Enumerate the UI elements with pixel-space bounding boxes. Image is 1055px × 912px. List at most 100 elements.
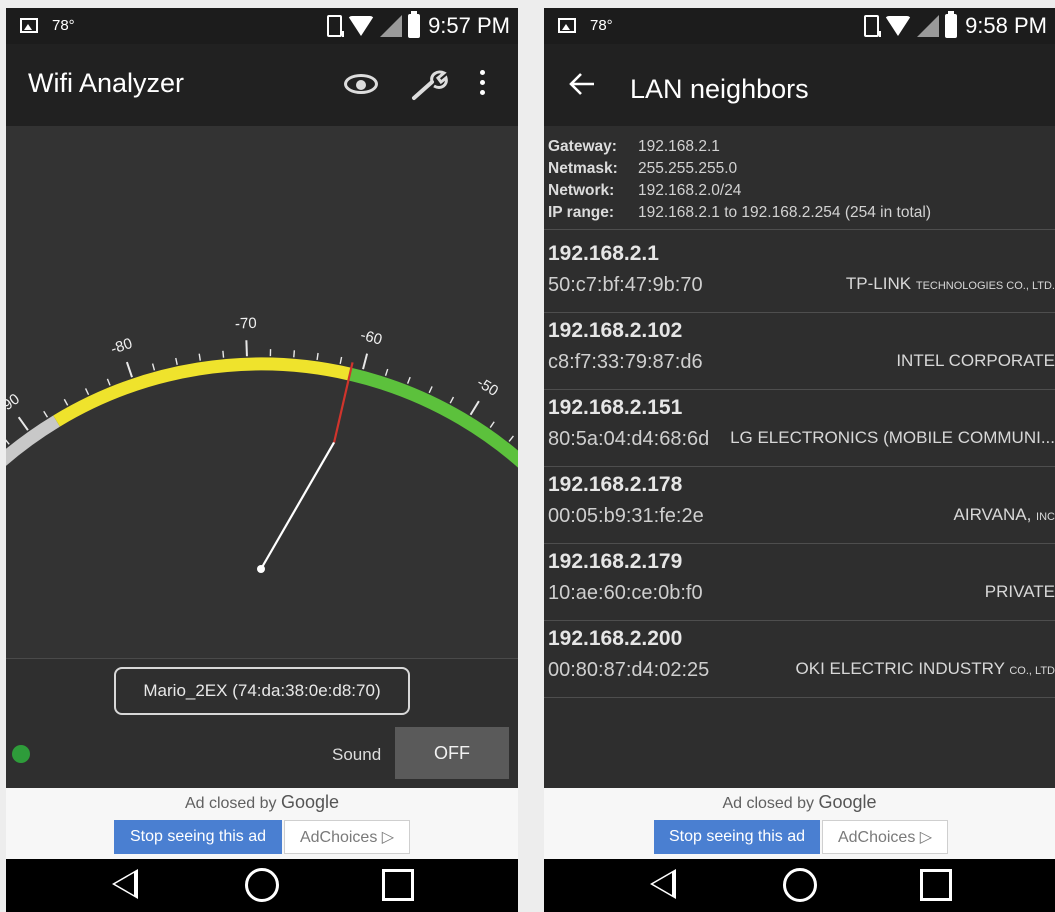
meter-controls: Mario_2EX (74:da:38:0e:d8:70) Sound OFF — [6, 658, 518, 788]
tick-label: -80 — [109, 335, 135, 358]
major-tick — [469, 400, 480, 416]
back-nav-icon[interactable] — [650, 869, 676, 899]
navigation-bar — [6, 859, 518, 912]
vibrate-icon — [864, 15, 882, 37]
minor-tick — [175, 357, 178, 365]
minor-tick — [43, 410, 49, 418]
minor-tick — [198, 353, 201, 361]
minor-tick — [84, 388, 90, 396]
eye-icon[interactable] — [344, 74, 378, 94]
temperature: 78° — [590, 17, 613, 34]
page-title: Wifi Analyzer — [28, 68, 185, 98]
clock: 9:58 PM — [965, 13, 1047, 38]
host-ip: 192.168.2.151 — [548, 396, 683, 419]
wrench-icon[interactable] — [410, 68, 450, 102]
host-vendor: PRIVATE — [984, 582, 1055, 601]
minor-tick — [316, 352, 319, 361]
host-vendor: INTEL CORPORATE — [896, 351, 1055, 370]
weak-band — [6, 415, 60, 466]
host-ip: 192.168.2.1 — [548, 242, 659, 265]
host-vendor: AIRVANA, INC — [953, 505, 1055, 524]
ad-closed-text: Ad closed by Google — [722, 792, 877, 812]
host-mac: 50:c7:bf:47:9b:70 — [548, 274, 703, 296]
host-ip: 192.168.2.179 — [548, 550, 683, 573]
status-bar: 78° 9:58 PM — [544, 8, 1055, 44]
adchoices-button[interactable]: AdChoices ▷ — [284, 820, 410, 854]
tick-label: -50 — [474, 374, 501, 400]
sound-label: Sound — [332, 745, 382, 764]
overflow-menu-icon[interactable] — [480, 70, 486, 98]
host-row[interactable]: 192.168.2.200 00:80:87:d4:02:25 OKI ELEC… — [544, 621, 1055, 697]
minor-tick — [6, 439, 10, 445]
recents-nav-icon[interactable] — [920, 869, 952, 901]
minor-tick — [222, 350, 225, 358]
ad-closed-text: Ad closed by Google — [184, 792, 340, 812]
back-nav-icon[interactable] — [112, 869, 138, 899]
status-indicator-dot — [12, 745, 30, 763]
host-row[interactable]: 192.168.2.102 c8:f7:33:79:87:d6 INTEL CO… — [544, 313, 1055, 389]
minor-tick — [106, 378, 111, 386]
host-row[interactable]: 192.168.2.151 80:5a:04:d4:68:6d LG ELECT… — [544, 390, 1055, 466]
gateway-row: Gateway: 192.168.2.1 — [548, 138, 720, 155]
host-mac: c8:f7:33:79:87:d6 — [548, 351, 703, 373]
host-ip: 192.168.2.200 — [548, 627, 683, 650]
signal-meter: -100-90-80-70-60-50-40dBm — [6, 126, 518, 658]
host-mac: 80:5a:04:d4:68:6d — [548, 428, 710, 450]
netmask-row: Netmask: 255.255.255.0 — [548, 160, 738, 177]
host-vendor: OKI ELECTRIC INDUSTRY CO., LTD — [795, 659, 1055, 678]
ip-range-row: IP range: 192.168.2.1 to 192.168.2.254 (2… — [548, 204, 932, 221]
lan-list: Gateway: 192.168.2.1 Netmask: 255.255.255.… — [544, 126, 1055, 788]
major-tick — [17, 416, 29, 431]
app-bar: LAN neighbors — [544, 44, 1055, 126]
minor-tick — [449, 396, 455, 404]
major-tick — [125, 361, 133, 378]
adchoices-button[interactable]: AdChoices ▷ — [822, 820, 948, 854]
google-logo: Google — [818, 792, 877, 812]
medium-band — [53, 357, 352, 427]
needle-pivot — [257, 565, 265, 573]
google-logo: Google — [281, 792, 340, 812]
wifi-analyzer-screen: 78° 9:57 PM Wifi Analyzer -100-90-80-70-… — [6, 8, 518, 912]
recents-nav-icon[interactable] — [382, 869, 414, 901]
host-vendor: TP-LINK TECHNOLOGIES CO., LTD. — [845, 274, 1055, 293]
host-ip: 192.168.2.178 — [548, 473, 683, 496]
tick-label: -70 — [235, 315, 257, 333]
navigation-bar — [544, 859, 1055, 912]
wifi-icon — [348, 16, 375, 36]
minor-tick — [384, 368, 389, 376]
vibrate-icon — [327, 15, 345, 37]
status-bar: 78° 9:57 PM — [6, 8, 518, 44]
minor-tick — [293, 350, 296, 358]
home-nav-icon[interactable] — [783, 868, 817, 902]
host-row[interactable]: 192.168.2.178 00:05:b9:31:fe:2e AIRVANA,… — [544, 467, 1055, 543]
back-arrow-icon[interactable] — [568, 70, 596, 98]
host-mac: 00:05:b9:31:fe:2e — [548, 505, 704, 527]
host-row[interactable]: 192.168.2.179 10:ae:60:ce:0b:f0 PRIVATE — [544, 544, 1055, 620]
minor-tick — [339, 356, 343, 364]
host-mac: 10:ae:60:ce:0b:f0 — [548, 582, 703, 604]
stop-seeing-ad-button[interactable]: Stop seeing this ad — [114, 820, 282, 854]
home-nav-icon[interactable] — [245, 868, 279, 902]
battery-icon — [945, 11, 958, 38]
stop-seeing-ad-button[interactable]: Stop seeing this ad — [654, 820, 820, 854]
minor-tick — [63, 398, 69, 406]
lan-neighbors-screen: 78° 9:58 PM LAN neighbors Gateway: 192.16… — [544, 8, 1055, 912]
minor-tick — [508, 435, 514, 442]
page-title: LAN neighbors — [630, 74, 809, 104]
cell-signal-icon — [917, 15, 940, 37]
host-ip: 192.168.2.102 — [548, 319, 683, 342]
tick-label: -90 — [6, 390, 23, 416]
host-row[interactable]: 192.168.2.1 50:c7:bf:47:9b:70 TP-LINK TE… — [544, 236, 1055, 312]
temperature: 78° — [52, 17, 75, 34]
signal-gauge: -100-90-80-70-60-50-40dBm — [6, 315, 518, 573]
host-mac: 00:80:87:d4:02:25 — [548, 659, 710, 681]
app-bar: Wifi Analyzer — [6, 44, 518, 126]
cell-signal-icon — [380, 15, 403, 37]
clock: 9:57 PM — [428, 13, 510, 38]
major-tick — [245, 340, 248, 357]
minor-tick — [489, 421, 495, 428]
minor-tick — [428, 386, 433, 394]
image-notification-icon — [558, 18, 576, 33]
network-selector[interactable]: Mario_2EX (74:da:38:0e:d8:70) — [114, 667, 410, 715]
sound-toggle-button[interactable]: OFF — [395, 727, 509, 779]
